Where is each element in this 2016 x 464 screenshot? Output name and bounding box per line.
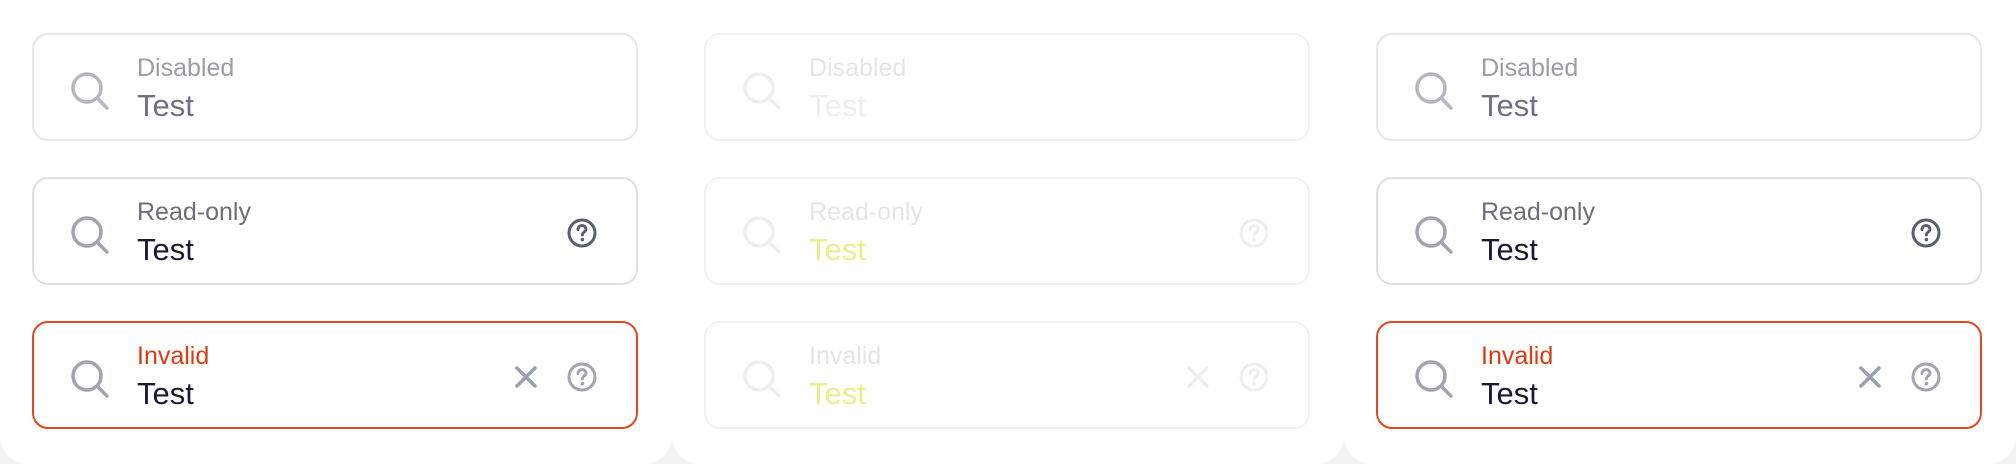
search-icon <box>743 72 781 110</box>
search-icon <box>71 216 109 254</box>
search-icon <box>1415 216 1453 254</box>
field-label: Disabled <box>809 54 907 82</box>
search-icon <box>743 216 781 254</box>
disabled-search-field: Disabled Test <box>704 33 1310 141</box>
help-icon <box>1239 218 1269 248</box>
field-value[interactable]: Test <box>1481 376 1538 412</box>
field-label: Invalid <box>809 342 882 370</box>
field-value: Test <box>809 88 866 123</box>
panel-right: Disabled Test Read-only Test Invalid Tes… <box>1344 0 2016 464</box>
help-icon[interactable] <box>1910 361 1942 393</box>
clear-icon <box>1187 366 1209 388</box>
help-icon[interactable] <box>1910 217 1942 249</box>
invalid-search-field: Invalid Test <box>704 321 1310 429</box>
readonly-search-field[interactable]: Read-only Test <box>32 177 638 285</box>
panel-left: Disabled Test Read-only Test Invalid Tes… <box>0 0 672 464</box>
field-value[interactable]: Test <box>137 232 194 268</box>
search-icon <box>1415 360 1453 398</box>
invalid-search-field[interactable]: Invalid Test <box>32 321 638 429</box>
field-value: Test <box>809 232 866 267</box>
stage: Disabled Test Read-only Test Invalid Tes… <box>0 0 2016 464</box>
field-value: Test <box>809 376 866 411</box>
field-label: Invalid <box>137 342 210 370</box>
search-icon <box>71 360 109 398</box>
search-icon <box>71 72 109 110</box>
readonly-search-field[interactable]: Read-only Test <box>1376 177 1982 285</box>
panel-middle: Disabled Test Read-only Test Invalid Tes… <box>672 0 1344 464</box>
field-label: Disabled <box>1481 54 1579 82</box>
clear-icon[interactable] <box>512 363 540 391</box>
field-value[interactable]: Test <box>1481 232 1538 268</box>
clear-icon[interactable] <box>1856 363 1884 391</box>
help-icon[interactable] <box>566 217 598 249</box>
readonly-search-field: Read-only Test <box>704 177 1310 285</box>
field-label: Read-only <box>809 198 923 226</box>
disabled-search-field: Disabled Test <box>1376 33 1982 141</box>
field-value[interactable]: Test <box>137 376 194 412</box>
invalid-search-field[interactable]: Invalid Test <box>1376 321 1982 429</box>
field-label: Read-only <box>1481 198 1595 226</box>
disabled-search-field: Disabled Test <box>32 33 638 141</box>
help-icon[interactable] <box>566 361 598 393</box>
field-value: Test <box>1481 88 1538 123</box>
search-icon <box>743 360 781 398</box>
search-icon <box>1415 72 1453 110</box>
field-value: Test <box>137 88 194 123</box>
help-icon <box>1239 362 1269 392</box>
field-label: Invalid <box>1481 342 1554 370</box>
field-label: Disabled <box>137 54 235 82</box>
field-label: Read-only <box>137 198 251 226</box>
